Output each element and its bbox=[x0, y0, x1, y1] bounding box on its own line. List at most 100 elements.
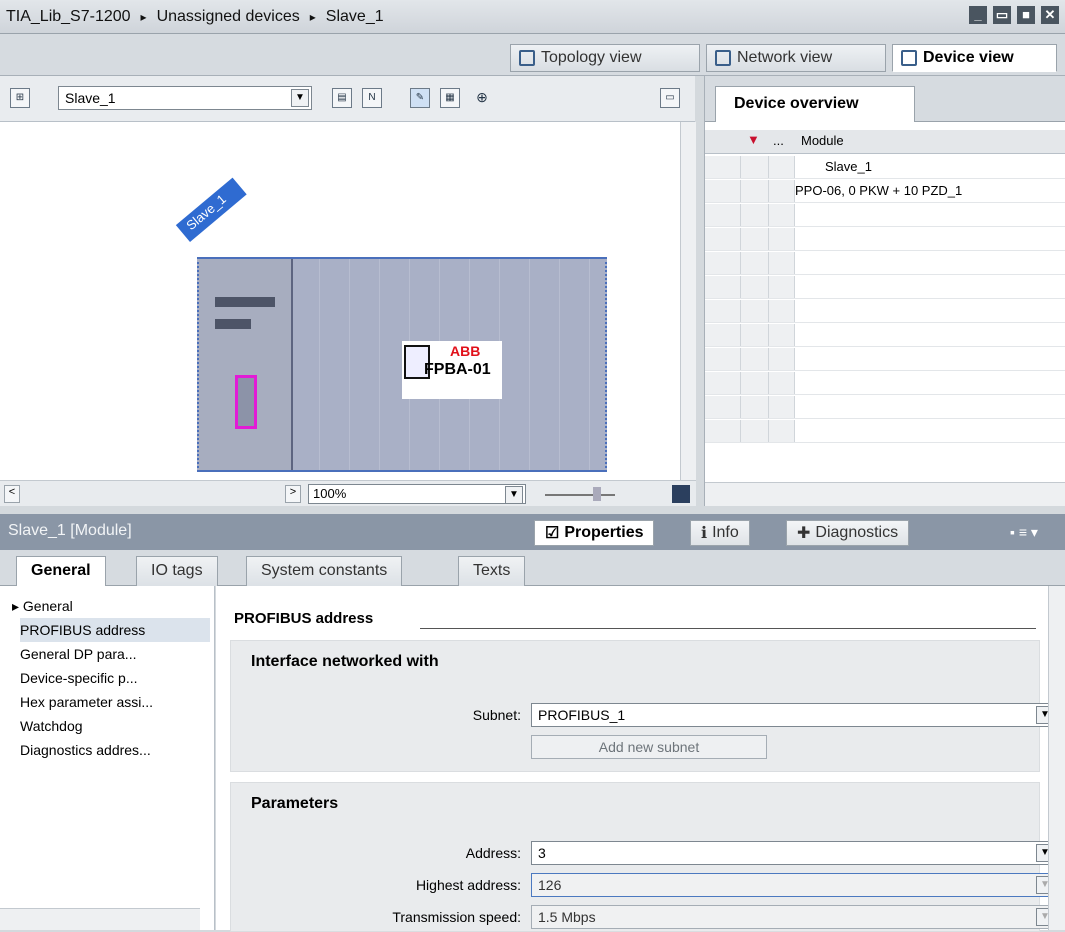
table-cell[interactable] bbox=[769, 324, 795, 346]
head-module-slot[interactable] bbox=[199, 259, 293, 470]
panel-controls-icon[interactable]: ▪ ≡ ▾ bbox=[1010, 524, 1038, 541]
nav-item[interactable]: ▸ General bbox=[12, 594, 202, 618]
table-row[interactable] bbox=[705, 420, 1065, 443]
zoom-slider-thumb[interactable] bbox=[593, 487, 601, 501]
tab-device-overview[interactable]: Device overview bbox=[715, 86, 915, 122]
breadcrumb-project[interactable]: TIA_Lib_S7-1200 bbox=[6, 8, 131, 26]
table-cell[interactable] bbox=[769, 396, 795, 418]
breadcrumb-device[interactable]: Slave_1 bbox=[326, 8, 384, 26]
scroll-right-icon[interactable]: > bbox=[285, 485, 301, 503]
table-cell[interactable] bbox=[705, 204, 741, 226]
table-row[interactable] bbox=[705, 348, 1065, 371]
chevron-down-icon[interactable]: ▼ bbox=[291, 89, 309, 107]
navigation-scrollbar[interactable] bbox=[0, 908, 200, 930]
table-row[interactable] bbox=[705, 372, 1065, 395]
profibus-port[interactable] bbox=[235, 375, 257, 429]
table-cell[interactable] bbox=[769, 252, 795, 274]
overview-nav-icon[interactable] bbox=[672, 485, 690, 503]
table-row[interactable] bbox=[705, 228, 1065, 251]
tab-device-view[interactable]: Device view bbox=[892, 44, 1057, 72]
subtab-texts[interactable]: Texts bbox=[458, 556, 526, 586]
table-cell[interactable] bbox=[769, 420, 795, 442]
device-selector[interactable]: Slave_1 ▼ bbox=[58, 86, 312, 110]
nav-item[interactable]: Device-specific p... bbox=[20, 666, 210, 690]
table-cell[interactable] bbox=[705, 348, 741, 370]
table-cell[interactable] bbox=[705, 396, 741, 418]
zoom-select[interactable]: 100% ▼ bbox=[308, 484, 526, 504]
chevron-down-icon[interactable]: ▼ bbox=[505, 486, 523, 504]
tab-diagnostics[interactable]: ✚ Diagnostics bbox=[786, 520, 910, 546]
zoom-icon[interactable]: ⊕ bbox=[472, 88, 492, 108]
table-cell[interactable] bbox=[741, 348, 769, 370]
highest-address-select[interactable]: 126 ▼ bbox=[531, 873, 1057, 897]
table-cell[interactable] bbox=[705, 300, 741, 322]
table-cell[interactable] bbox=[705, 180, 741, 202]
table-cell[interactable] bbox=[769, 276, 795, 298]
tab-topology-view[interactable]: Topology view bbox=[510, 44, 700, 72]
table-cell[interactable] bbox=[741, 396, 769, 418]
table-cell[interactable] bbox=[741, 276, 769, 298]
table-row[interactable] bbox=[705, 324, 1065, 347]
table-cell[interactable] bbox=[769, 228, 795, 250]
subtab-io-tags[interactable]: IO tags bbox=[136, 556, 218, 586]
tab-info[interactable]: ℹ Info bbox=[690, 520, 750, 546]
breadcrumb-folder[interactable]: Unassigned devices bbox=[157, 8, 300, 26]
nav-item[interactable]: Diagnostics addres... bbox=[20, 738, 210, 762]
table-cell[interactable] bbox=[705, 156, 741, 178]
table-row[interactable]: PPO-06, 0 PKW + 10 PZD_1 bbox=[705, 180, 1065, 203]
close-icon[interactable]: ✕ bbox=[1041, 6, 1059, 24]
table-cell[interactable] bbox=[741, 204, 769, 226]
table-cell[interactable] bbox=[769, 204, 795, 226]
pencil-icon[interactable]: ✎ bbox=[410, 88, 430, 108]
table-cell[interactable] bbox=[769, 372, 795, 394]
table-cell[interactable] bbox=[741, 372, 769, 394]
table-cell[interactable] bbox=[769, 300, 795, 322]
device-rack[interactable]: ABB FPBA-01 bbox=[197, 257, 607, 472]
table-cell[interactable] bbox=[769, 156, 795, 178]
grid-icon[interactable]: ▦ bbox=[440, 88, 460, 108]
module-icon[interactable]: ABB FPBA-01 bbox=[402, 341, 502, 399]
table-cell[interactable] bbox=[705, 324, 741, 346]
table-row[interactable] bbox=[705, 396, 1065, 419]
name-icon[interactable]: N bbox=[362, 88, 382, 108]
nav-item[interactable]: General DP para... bbox=[20, 642, 210, 666]
table-cell[interactable] bbox=[741, 252, 769, 274]
content-vertical-scrollbar[interactable] bbox=[1048, 586, 1065, 930]
address-select[interactable]: 3 ▼ bbox=[531, 841, 1057, 865]
table-cell[interactable] bbox=[705, 420, 741, 442]
nav-item[interactable]: PROFIBUS address bbox=[20, 618, 210, 642]
table-cell[interactable] bbox=[705, 372, 741, 394]
show-module-icon[interactable]: ▤ bbox=[332, 88, 352, 108]
table-cell[interactable] bbox=[741, 420, 769, 442]
table-cell[interactable] bbox=[741, 156, 769, 178]
table-cell[interactable] bbox=[741, 300, 769, 322]
canvas-vertical-scrollbar[interactable] bbox=[680, 122, 696, 480]
column-dots[interactable]: ... bbox=[773, 133, 784, 148]
table-cell[interactable] bbox=[769, 180, 795, 202]
maximize-icon[interactable]: ■ bbox=[1017, 6, 1035, 24]
table-row[interactable]: Slave_1 bbox=[705, 156, 1065, 179]
table-cell[interactable] bbox=[769, 348, 795, 370]
table-row[interactable] bbox=[705, 276, 1065, 299]
table-cell[interactable] bbox=[741, 324, 769, 346]
table-row[interactable] bbox=[705, 252, 1065, 275]
zoom-slider[interactable] bbox=[545, 494, 615, 496]
subtab-general[interactable]: General bbox=[16, 556, 106, 587]
nav-item[interactable]: Hex parameter assi... bbox=[20, 690, 210, 714]
subtab-system-constants[interactable]: System constants bbox=[246, 556, 403, 586]
module-cell[interactable]: Slave_1 bbox=[795, 159, 1055, 174]
tab-properties[interactable]: ☑ Properties bbox=[534, 520, 655, 546]
column-module[interactable]: Module bbox=[801, 133, 844, 148]
nav-item[interactable]: Watchdog bbox=[20, 714, 210, 738]
overview-horizontal-scrollbar[interactable] bbox=[705, 482, 1065, 506]
subnet-select[interactable]: PROFIBUS_1 ▼ bbox=[531, 703, 1057, 727]
module-cell[interactable]: PPO-06, 0 PKW + 10 PZD_1 bbox=[795, 183, 1055, 198]
device-tree-icon[interactable]: ⊞ bbox=[10, 88, 30, 108]
table-cell[interactable] bbox=[705, 228, 741, 250]
transmission-speed-select[interactable]: 1.5 Mbps ▼ bbox=[531, 905, 1057, 929]
table-cell[interactable] bbox=[705, 276, 741, 298]
restore-icon[interactable]: ▭ bbox=[993, 6, 1011, 24]
table-row[interactable] bbox=[705, 204, 1065, 227]
minimize-icon[interactable]: _ bbox=[969, 6, 987, 24]
scroll-left-icon[interactable]: < bbox=[4, 485, 20, 503]
